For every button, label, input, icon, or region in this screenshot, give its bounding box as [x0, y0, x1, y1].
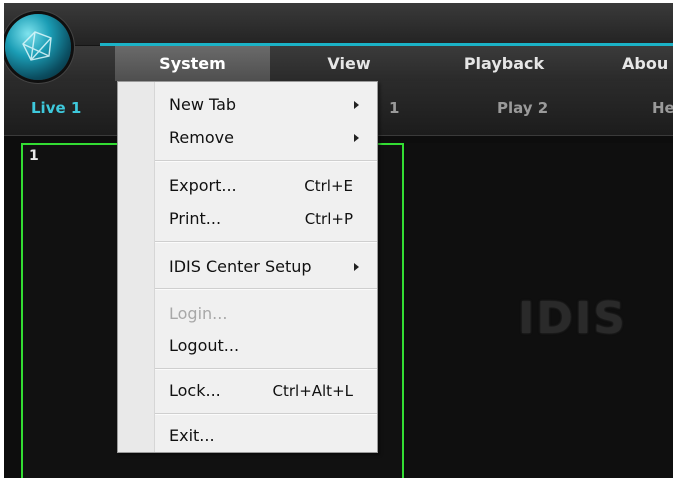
- menu-item-shortcut: Ctrl+Alt+L: [272, 382, 354, 400]
- menu-item-login: Login...: [155, 299, 377, 329]
- menu-item-label: Remove: [169, 128, 234, 147]
- app-window: System View Playback Abou Live 1 1 Play …: [4, 3, 673, 478]
- menu-separator: [155, 368, 377, 370]
- menu-item-remove[interactable]: Remove: [155, 123, 377, 153]
- menu-item-label: Logout...: [169, 336, 240, 355]
- cell-number: 1: [29, 148, 39, 164]
- submenu-arrow-icon: [354, 101, 359, 109]
- menu-item-label: Lock...: [169, 381, 221, 400]
- menu-separator: [155, 241, 377, 243]
- submenu-arrow-icon: [354, 263, 359, 271]
- menu-item-lock[interactable]: Lock... Ctrl+Alt+L: [155, 376, 377, 406]
- menu-item-export[interactable]: Export... Ctrl+E: [155, 171, 377, 201]
- menu-item-shortcut: Ctrl+P: [304, 210, 353, 228]
- title-bar: [4, 3, 673, 46]
- video-cell-2[interactable]: IDIS: [406, 143, 673, 478]
- idis-watermark: IDIS: [518, 293, 627, 344]
- menu-item-label: Print...: [169, 209, 222, 228]
- menu-item-print[interactable]: Print... Ctrl+P: [155, 204, 377, 234]
- system-menu-dropdown: New Tab Remove Export... Ctrl+E Print...…: [117, 81, 378, 453]
- menu-separator: [155, 160, 377, 162]
- tab-live-2[interactable]: 1: [389, 81, 399, 135]
- menu-item-label: Exit...: [169, 426, 215, 445]
- app-logo-icon[interactable]: [5, 14, 71, 80]
- menu-gutter: [118, 82, 155, 452]
- menu-item-idis-center-setup[interactable]: IDIS Center Setup: [155, 252, 377, 282]
- menu-item-logout[interactable]: Logout...: [155, 331, 377, 361]
- menu-separator: [155, 413, 377, 415]
- menu-item-label: New Tab: [169, 95, 237, 114]
- menu-item-label: Login...: [169, 304, 228, 323]
- menu-item-label: Export...: [169, 176, 237, 195]
- submenu-arrow-icon: [354, 134, 359, 142]
- menu-view[interactable]: View: [304, 46, 394, 81]
- menu-playback[interactable]: Playback: [444, 46, 564, 81]
- menu-separator: [155, 288, 377, 290]
- tab-live-1[interactable]: Live 1: [31, 81, 81, 135]
- menu-item-label: IDIS Center Setup: [169, 257, 312, 276]
- menu-item-new-tab[interactable]: New Tab: [155, 90, 377, 120]
- menu-about[interactable]: Abou: [622, 46, 673, 81]
- menu-item-exit[interactable]: Exit...: [155, 421, 377, 451]
- tab-play-2[interactable]: Play 2: [497, 81, 548, 135]
- menu-bar: System View Playback Abou: [4, 46, 673, 81]
- menu-item-shortcut: Ctrl+E: [304, 177, 353, 195]
- tab-help[interactable]: He: [652, 81, 673, 135]
- menu-system[interactable]: System: [115, 46, 270, 81]
